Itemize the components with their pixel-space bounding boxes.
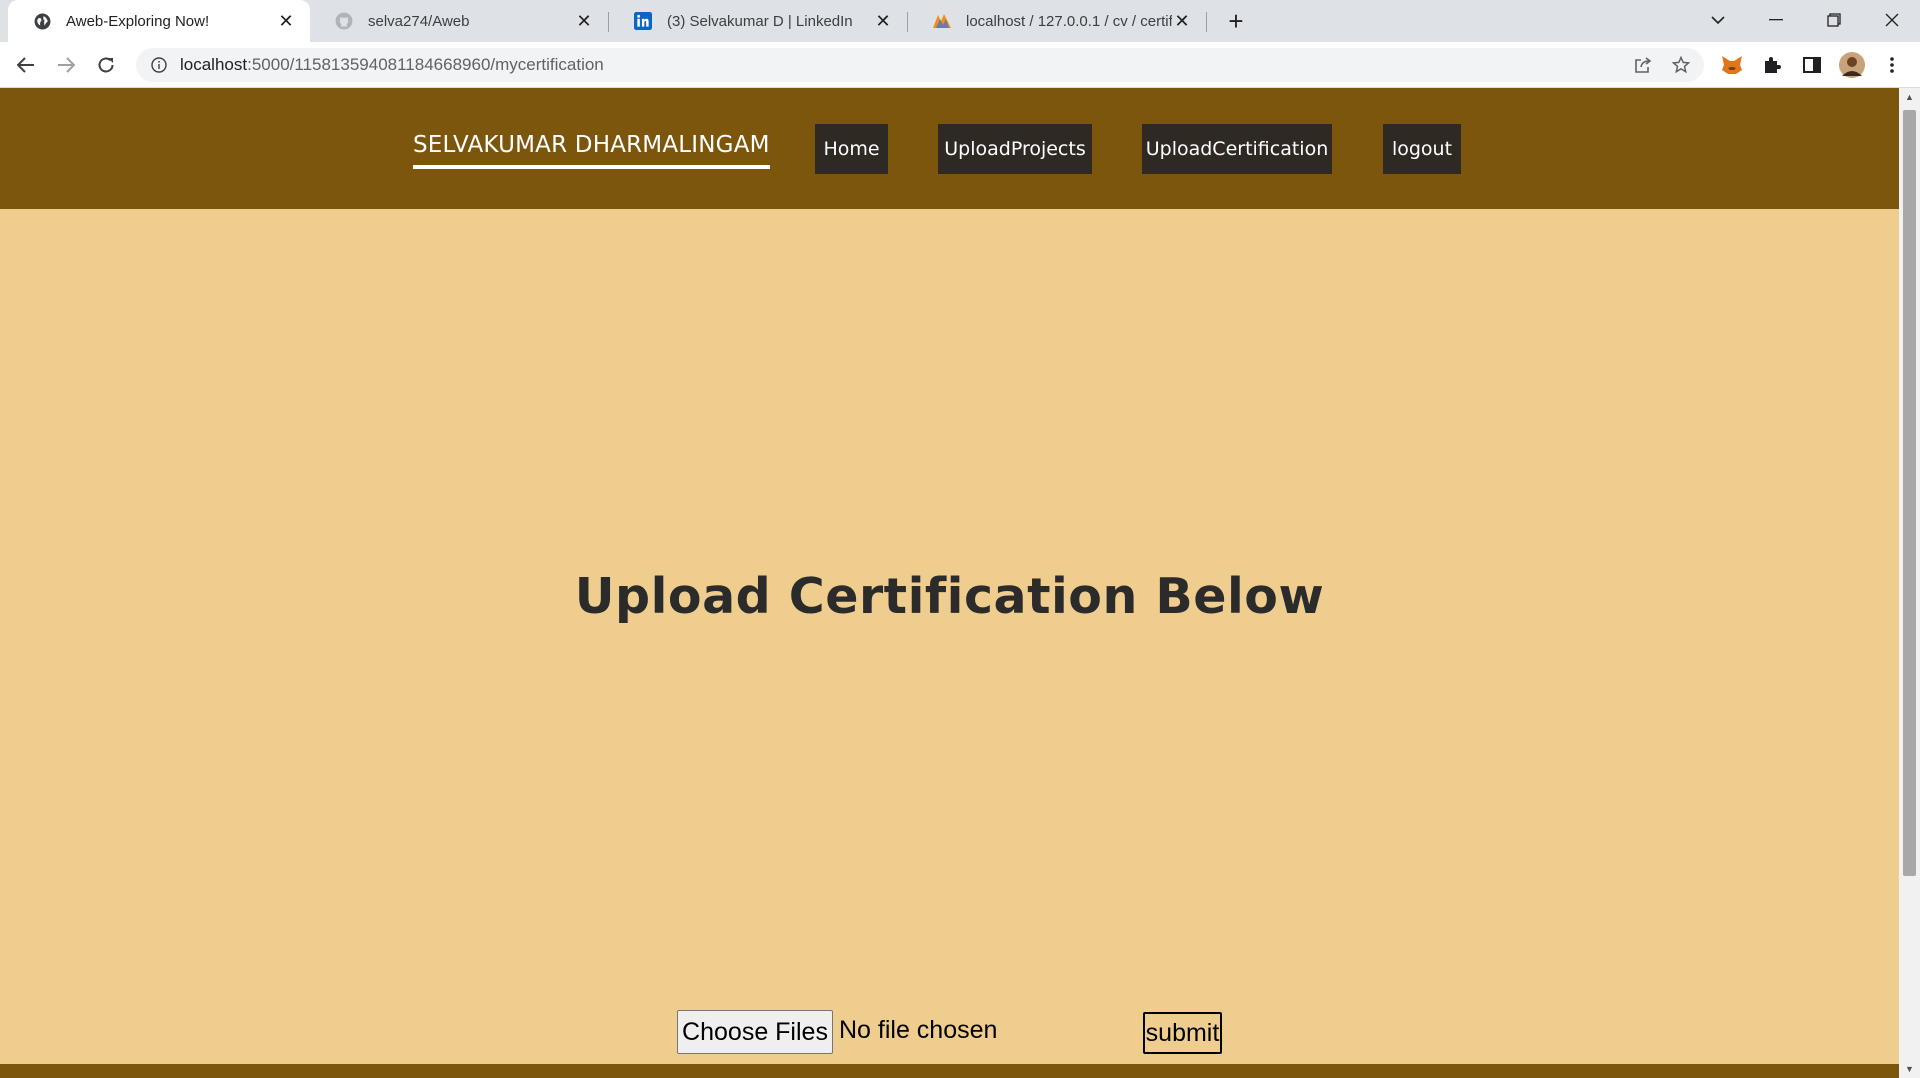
tab-title: localhost / 127.0.0.1 / cv / certific bbox=[966, 12, 1172, 30]
tab-strip: Aweb-Exploring Now! ✕ selva274/Aweb ✕ (3… bbox=[0, 0, 1920, 42]
browser-menu-icon[interactable] bbox=[1876, 49, 1908, 81]
tab-aweb[interactable]: Aweb-Exploring Now! ✕ bbox=[8, 0, 310, 42]
url-host: localhost bbox=[180, 55, 248, 74]
phpmyadmin-icon bbox=[932, 11, 952, 31]
close-icon[interactable]: ✕ bbox=[1172, 11, 1192, 31]
site-navbar: SELVAKUMAR DHARMALINGAM Home UploadProje… bbox=[0, 88, 1899, 209]
github-icon bbox=[334, 11, 354, 31]
globe-icon bbox=[32, 11, 52, 31]
avatar[interactable] bbox=[1836, 49, 1868, 81]
footer-bar bbox=[0, 1064, 1899, 1078]
address-bar[interactable]: localhost:5000/115813594081184668960/myc… bbox=[136, 48, 1704, 82]
scrollbar-thumb[interactable] bbox=[1903, 110, 1916, 876]
back-icon[interactable] bbox=[10, 49, 42, 81]
nav-upload-projects[interactable]: UploadProjects bbox=[938, 124, 1092, 174]
file-status-text: No file chosen bbox=[839, 1016, 998, 1044]
metamask-icon[interactable] bbox=[1716, 49, 1748, 81]
browser-toolbar: localhost:5000/115813594081184668960/myc… bbox=[0, 42, 1920, 88]
side-panel-icon[interactable] bbox=[1796, 49, 1828, 81]
extensions-puzzle-icon[interactable] bbox=[1756, 49, 1788, 81]
page-viewport: SELVAKUMAR DHARMALINGAM Home UploadProje… bbox=[0, 88, 1920, 1078]
choose-files-button[interactable]: Choose Files bbox=[677, 1010, 833, 1054]
scroll-down-icon[interactable]: ▼ bbox=[1899, 1060, 1920, 1078]
bookmark-star-icon[interactable] bbox=[1664, 48, 1698, 82]
close-icon[interactable]: ✕ bbox=[276, 11, 296, 31]
tab-title: (3) Selvakumar D | LinkedIn bbox=[667, 12, 853, 30]
tab-search-icon[interactable] bbox=[1690, 0, 1746, 40]
close-icon[interactable]: ✕ bbox=[574, 11, 594, 31]
tab-divider bbox=[1206, 12, 1207, 32]
tab-linkedin[interactable]: (3) Selvakumar D | LinkedIn ✕ bbox=[609, 0, 907, 42]
brand-name[interactable]: SELVAKUMAR DHARMALINGAM bbox=[413, 132, 770, 169]
submit-button[interactable]: submit bbox=[1143, 1012, 1222, 1054]
page-body: SELVAKUMAR DHARMALINGAM Home UploadProje… bbox=[0, 88, 1899, 1078]
close-icon[interactable]: ✕ bbox=[873, 11, 893, 31]
share-icon[interactable] bbox=[1626, 48, 1660, 82]
nav-home[interactable]: Home bbox=[815, 124, 888, 174]
linkedin-icon bbox=[633, 11, 653, 31]
url-path: :5000/115813594081184668960/mycertificat… bbox=[247, 55, 604, 74]
tab-title: selva274/Aweb bbox=[368, 12, 470, 30]
scroll-up-icon[interactable]: ▲ bbox=[1899, 88, 1920, 106]
close-window-icon[interactable] bbox=[1864, 0, 1920, 40]
nav-logout[interactable]: logout bbox=[1383, 124, 1461, 174]
forward-icon[interactable] bbox=[50, 49, 82, 81]
page-title: Upload Certification Below bbox=[574, 568, 1325, 625]
nav-upload-certification[interactable]: UploadCertification bbox=[1142, 124, 1332, 174]
url-text[interactable]: localhost:5000/115813594081184668960/myc… bbox=[180, 55, 604, 75]
site-info-icon[interactable] bbox=[142, 48, 176, 82]
tab-title: Aweb-Exploring Now! bbox=[66, 12, 210, 30]
restore-icon[interactable] bbox=[1806, 0, 1862, 40]
tab-github[interactable]: selva274/Aweb ✕ bbox=[310, 0, 608, 42]
tab-phpmyadmin[interactable]: localhost / 127.0.0.1 / cv / certific ✕ bbox=[908, 0, 1206, 42]
new-tab-icon[interactable]: + bbox=[1222, 6, 1250, 36]
reload-icon[interactable] bbox=[90, 49, 122, 81]
minimize-icon[interactable] bbox=[1748, 0, 1804, 40]
